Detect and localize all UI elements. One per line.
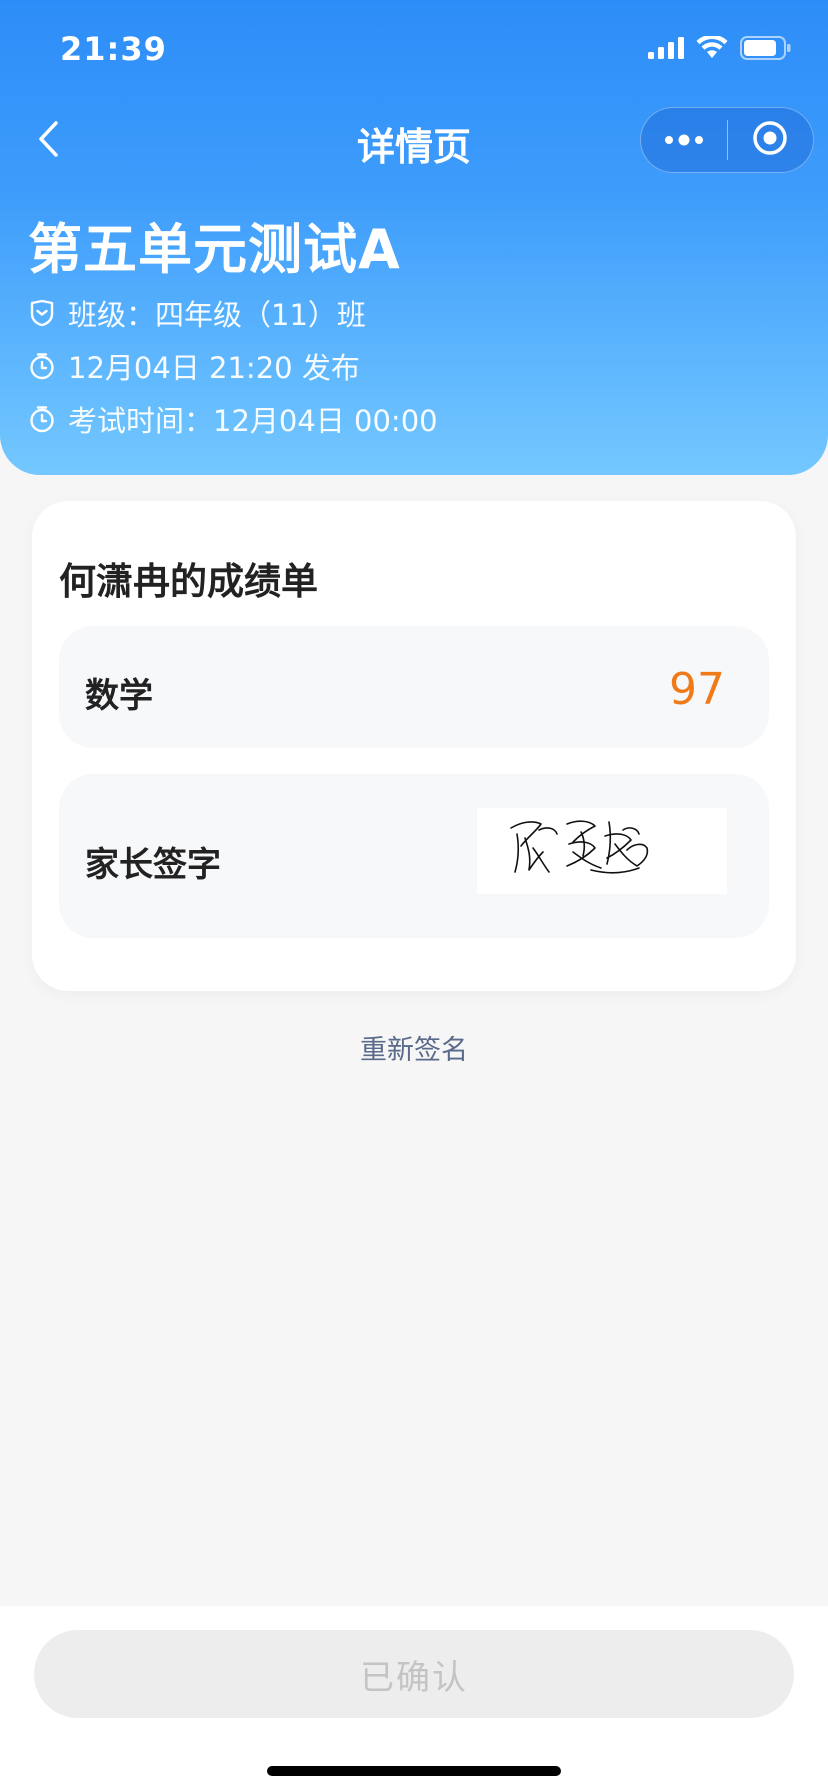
screen: 21:39 详情页 第五单元测试A 班级：四年级（11）班 12月04日 21:… <box>0 0 828 1792</box>
confirm-button[interactable]: 已确认 <box>34 1630 794 1718</box>
score-value: 97 <box>669 664 725 715</box>
home-indicator <box>267 1766 561 1776</box>
subject-label: 数学 <box>85 676 153 716</box>
class-text: 班级：四年级（11）班 <box>68 298 366 332</box>
subject-score-row: 数学 97 <box>59 626 769 748</box>
more-button[interactable] <box>641 108 727 172</box>
more-dots-icon <box>664 131 704 150</box>
exam-time-row: 考试时间：12月04日 00:00 <box>28 398 438 440</box>
close-miniprogram-button[interactable] <box>728 108 814 172</box>
nav-bar: 详情页 <box>0 100 828 182</box>
status-bar: 21:39 <box>0 0 828 100</box>
signal-icon <box>648 37 684 63</box>
mini-program-close-icon <box>752 120 788 160</box>
timer-icon <box>28 405 56 433</box>
exam-time-text: 考试时间：12月04日 00:00 <box>68 404 438 438</box>
capsule-menu <box>640 107 814 173</box>
shield-icon <box>28 299 56 327</box>
publish-text: 12月04日 21:20 发布 <box>68 351 360 385</box>
timer-icon <box>28 352 56 380</box>
report-card: 何潇冉的成绩单 数学 97 家长签字 <box>32 501 796 991</box>
battery-icon <box>740 36 792 64</box>
class-info-row: 班级：四年级（11）班 <box>28 292 366 334</box>
signature-image <box>477 808 727 894</box>
publish-info-row: 12月04日 21:20 发布 <box>28 345 360 387</box>
report-title: 何潇冉的成绩单 <box>59 560 318 603</box>
wifi-icon <box>696 34 728 64</box>
status-icons <box>648 34 792 64</box>
signature-label: 家长签字 <box>85 845 221 885</box>
signature-row: 家长签字 <box>59 774 769 938</box>
resign-link[interactable]: 重新签名 <box>0 1028 828 1067</box>
bottom-bar: 已确认 <box>0 1606 828 1792</box>
status-time: 21:39 <box>60 30 167 68</box>
exam-title: 第五单元测试A <box>28 218 401 281</box>
header: 21:39 详情页 第五单元测试A 班级：四年级（11）班 12月04日 21:… <box>0 0 828 475</box>
